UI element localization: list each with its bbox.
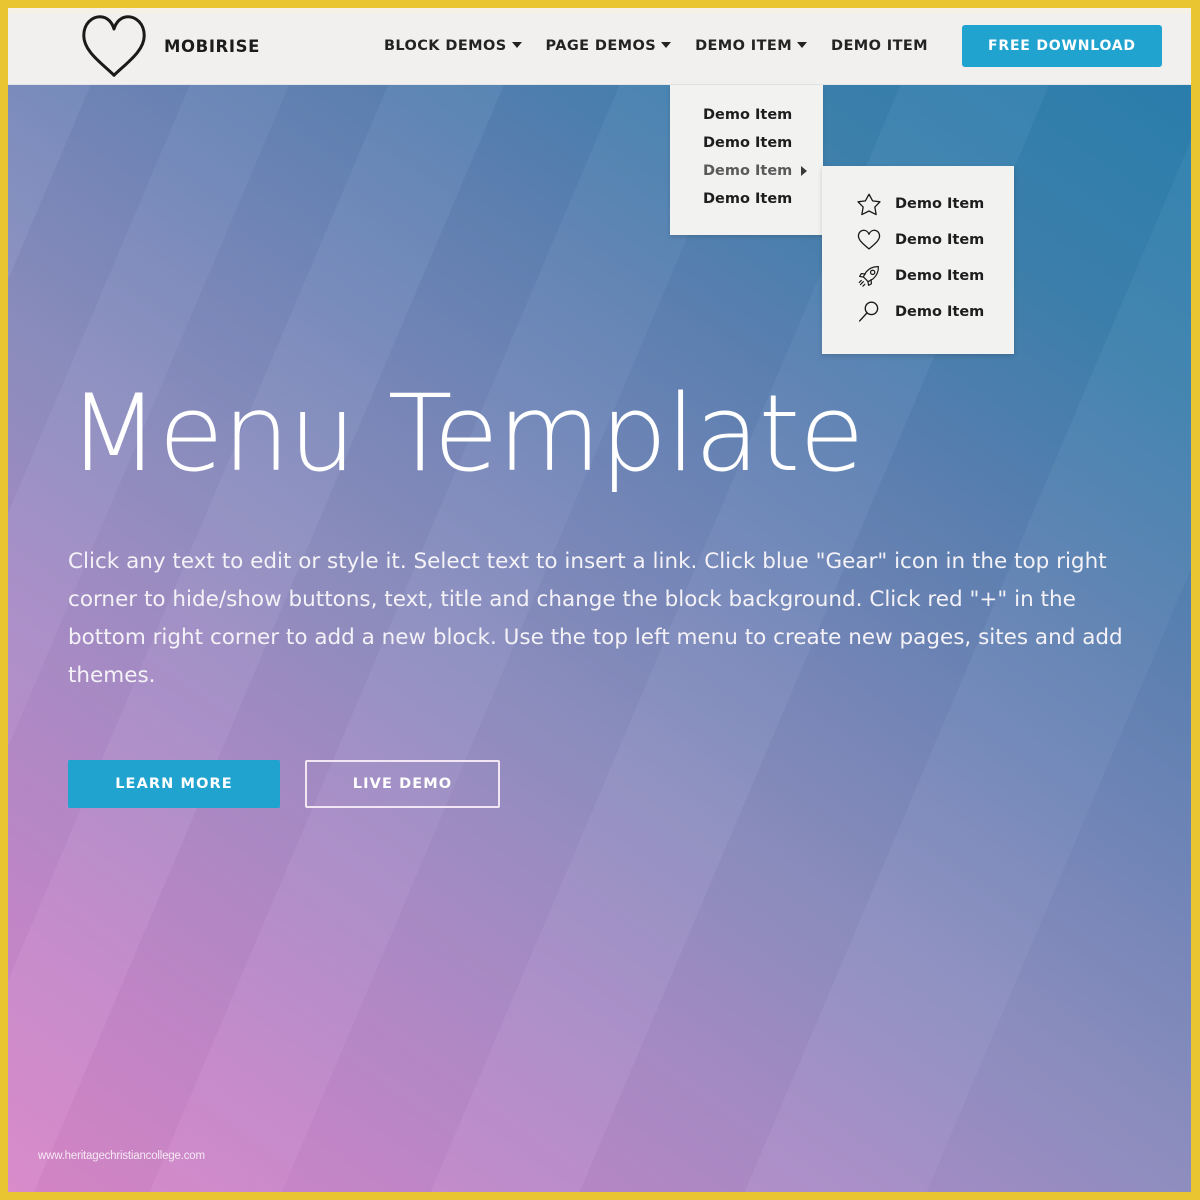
nav-item-page-demos[interactable]: PAGE DEMOS [534,32,684,60]
nav-item-label: DEMO ITEM [695,38,793,54]
submenu-item-search[interactable]: Demo Item [822,294,1014,330]
hero-button-group: LEARN MORE LIVE DEMO [68,760,1168,809]
dropdown-item-label: Demo Item [703,191,793,207]
watermark-text: www.heritagechristiancollege.com [38,1150,205,1162]
brand-logo-link[interactable]: MOBIRISE [76,12,260,80]
submenu-item-rocket[interactable]: Demo Item [822,258,1014,294]
chevron-down-icon [511,42,522,48]
heart-icon [857,229,881,250]
dropdown-item-label: Demo Item [703,163,793,179]
submenu-item-label: Demo Item [895,196,985,212]
submenu-item-label: Demo Item [895,268,985,284]
dropdown-item[interactable]: Demo Item [670,129,823,157]
nav-item-label: DEMO ITEM [831,38,928,54]
magnifier-icon [858,301,879,322]
hero-content: Menu Template Click any text to edit or … [68,372,1168,809]
submenu-item-heart[interactable]: Demo Item [822,222,1014,258]
chevron-down-icon [797,42,808,48]
page-frame: MOBIRISE BLOCK DEMOS PAGE DEMOS DEMO ITE… [0,0,1200,1200]
rocket-icon [858,266,879,287]
submenu-item-label: Demo Item [895,232,985,248]
chevron-right-icon [801,166,808,176]
submenu-item-star[interactable]: Demo Item [822,186,1014,222]
nav-item-label: PAGE DEMOS [545,38,657,54]
heart-icon [82,15,146,77]
dropdown-item-with-submenu[interactable]: Demo Item [670,157,823,185]
browser-viewport: MOBIRISE BLOCK DEMOS PAGE DEMOS DEMO ITE… [8,8,1191,1192]
dropdown-item-label: Demo Item [703,135,793,151]
live-demo-button[interactable]: LIVE DEMO [305,760,500,809]
nav-item-demo-item-dropdown[interactable]: DEMO ITEM [683,32,819,60]
learn-more-button[interactable]: LEARN MORE [68,760,280,809]
dropdown-item[interactable]: Demo Item [670,101,823,129]
star-icon [857,193,881,216]
nav-item-label: BLOCK DEMOS [383,38,507,54]
free-download-button[interactable]: FREE DOWNLOAD [962,25,1162,67]
main-navigation: BLOCK DEMOS PAGE DEMOS DEMO ITEM DEMO IT… [372,25,1162,67]
brand-name: MOBIRISE [164,36,260,56]
nav-item-demo-item[interactable]: DEMO ITEM [819,32,940,60]
hero-description: Click any text to edit or style it. Sele… [68,549,1123,689]
submenu-item-label: Demo Item [895,304,985,320]
submenu-panel: Demo Item Demo Item Demo Item Demo Item [822,166,1014,354]
nav-item-block-demos[interactable]: BLOCK DEMOS [372,32,534,60]
dropdown-item-label: Demo Item [703,107,793,123]
dropdown-item[interactable]: Demo Item [670,185,823,213]
page-title: Menu Template [68,372,864,495]
site-header: MOBIRISE BLOCK DEMOS PAGE DEMOS DEMO ITE… [8,8,1191,85]
chevron-down-icon [661,42,672,48]
dropdown-menu: Demo Item Demo Item Demo Item Demo Item [670,85,823,235]
